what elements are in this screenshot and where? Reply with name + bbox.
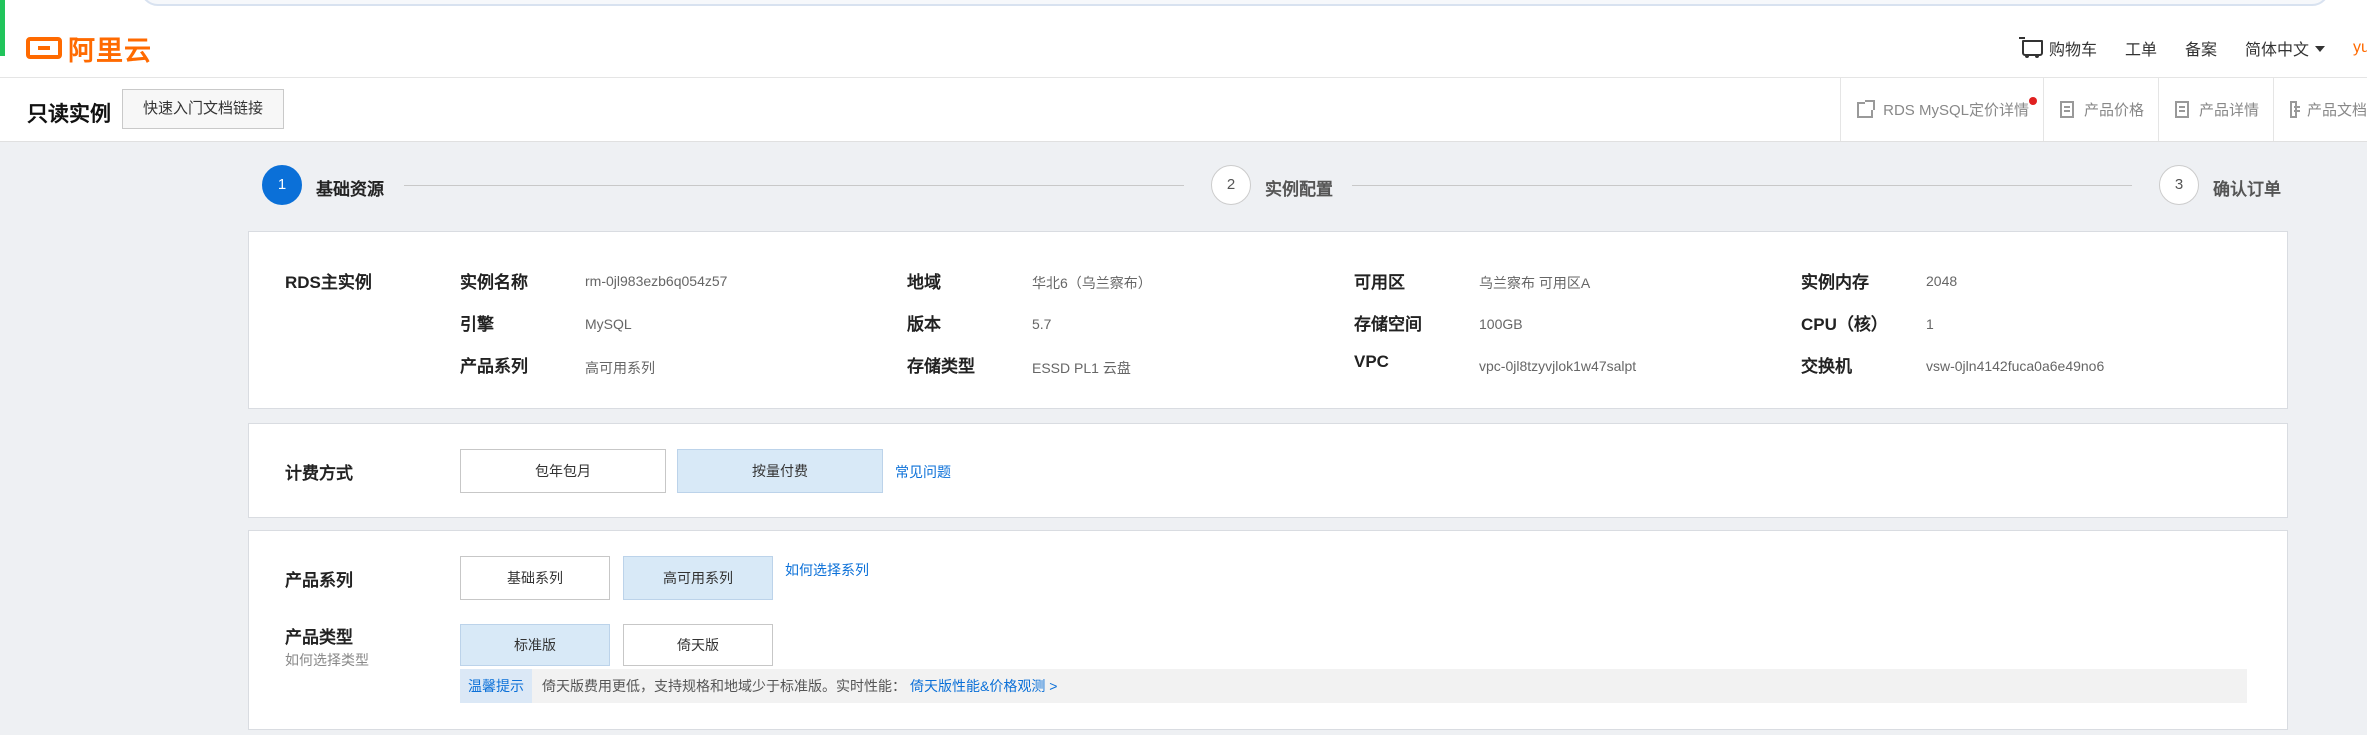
language-label: 简体中文 [2244, 42, 2309, 59]
subheader-nav: RDS MySQL定价详情 产品价格 产品详情 产品文档 [1840, 78, 2367, 141]
accent-edge [0, 0, 5, 56]
main-instance-card: RDS主实例 实例名称 rm-0jl983ezb6q054z57 地域 华北6（… [248, 231, 2288, 409]
top-header: 阿里云 购物车 工单 备案 简体中文 yu [0, 0, 2367, 78]
header-actions: 购物车 工单 备案 简体中文 yu [2018, 30, 2367, 66]
nav-product-details[interactable]: 产品详情 [2157, 78, 2273, 141]
billing-option-subscription[interactable]: 包年包月 [460, 449, 666, 493]
type-option-yitian[interactable]: 倚天版 [623, 624, 773, 666]
billing-option-pay-as-you-go[interactable]: 按量付费 [677, 449, 883, 493]
step-1-circle: 1 [262, 165, 302, 205]
language-selector[interactable]: 简体中文 [2245, 36, 2325, 60]
billing-label: 计费方式 [285, 464, 353, 483]
product-type-label: 产品类型 [285, 628, 353, 647]
step-2-circle: 2 [1211, 165, 1251, 205]
step-connector [404, 185, 1184, 186]
product-card: 产品系列 基础系列 高可用系列 如何选择系列 产品类型 如何选择类型 标准版 倚… [248, 530, 2288, 730]
main-instance-label: RDS主实例 [285, 273, 372, 292]
step-1-label: 基础资源 [316, 180, 384, 199]
field-value: 2048 [1926, 273, 1958, 289]
field-key: 引擎 [460, 315, 494, 334]
step-3-label: 确认订单 [2213, 180, 2281, 199]
field-value: 5.7 [1032, 316, 1052, 332]
tip-link[interactable]: 倚天版性能&价格观测 > [906, 669, 1057, 703]
field-value: 100GB [1479, 316, 1523, 332]
field-value: 华北6（乌兰察布） [1032, 275, 1152, 291]
field-key: CPU（核） [1801, 315, 1888, 334]
field-value: rm-0jl983ezb6q054z57 [585, 273, 728, 289]
product-series-label: 产品系列 [285, 571, 353, 590]
ticket-link[interactable]: 工单 [2125, 36, 2157, 60]
field-key: VPC [1354, 352, 1389, 371]
step-3-circle: 3 [2159, 165, 2199, 205]
nav-product-price[interactable]: 产品价格 [2042, 78, 2158, 141]
tip-text: 倚天版费用更低，支持规格和地域少于标准版。实时性能： [542, 678, 906, 694]
filing-link[interactable]: 备案 [2185, 36, 2217, 60]
nav-product-price-label: 产品价格 [2083, 102, 2144, 119]
billing-card: 计费方式 包年包月 按量付费 常见问题 [248, 423, 2288, 518]
field-key: 交换机 [1801, 357, 1852, 376]
sub-header: 只读实例 快速入门文档链接 RDS MySQL定价详情 产品价格 产品详情 产品… [0, 78, 2367, 142]
product-type-help[interactable]: 如何选择类型 [285, 650, 369, 670]
nav-pricing-details[interactable]: RDS MySQL定价详情 [1840, 78, 2043, 141]
aliyun-logo[interactable]: 阿里云 [26, 30, 152, 66]
bookmark-icon [2174, 101, 2189, 118]
field-key: 存储空间 [1354, 315, 1422, 334]
step-progress: 1 基础资源 2 实例配置 3 确认订单 [262, 165, 2287, 207]
aliyun-logo-icon [26, 37, 62, 59]
field-value: 乌兰察布 可用区A [1479, 275, 1591, 291]
shopping-cart-icon [2018, 37, 2043, 59]
field-value: MySQL [585, 316, 632, 332]
external-link-icon [1857, 99, 1876, 118]
field-key: 产品系列 [460, 357, 528, 376]
nav-product-details-label: 产品详情 [2198, 102, 2259, 119]
step-connector [1352, 185, 2132, 186]
field-key: 可用区 [1354, 273, 1405, 292]
quick-start-doc-button[interactable]: 快速入门文档链接 [122, 89, 285, 129]
nav-pricing-details-label: RDS MySQL定价详情 [1883, 102, 2029, 119]
nav-product-docs[interactable]: 产品文档 [2273, 78, 2367, 141]
notification-dot [2028, 97, 2037, 105]
nav-product-docs-label: 产品文档 [2306, 102, 2367, 119]
browser-address-bar[interactable] [140, 0, 2330, 6]
field-value: vsw-0jln4142fuca0a6e49no6 [1926, 358, 2105, 374]
logo-text: 阿里云 [68, 35, 152, 66]
field-key: 版本 [907, 315, 941, 334]
series-option-high-availability[interactable]: 高可用系列 [623, 556, 773, 600]
field-value: 1 [1926, 316, 1934, 332]
field-value: 高可用系列 [585, 360, 655, 376]
tip-bar: 温馨提示 倚天版费用更低，支持规格和地域少于标准版。实时性能： 倚天版性能&价格… [460, 669, 2247, 703]
field-value: vpc-0jl8tzyvjlok1w47salpt [1479, 358, 1637, 374]
tip-tag: 温馨提示 [460, 669, 532, 703]
type-option-standard[interactable]: 标准版 [460, 624, 610, 666]
page-title: 只读实例 [27, 103, 111, 126]
step-2-label: 实例配置 [1265, 180, 1333, 199]
series-option-basic[interactable]: 基础系列 [460, 556, 610, 600]
field-key: 实例内存 [1801, 273, 1869, 292]
field-key: 存储类型 [907, 357, 975, 376]
cart-button[interactable]: 购物车 [2018, 36, 2097, 60]
field-value: ESSD PL1 云盘 [1032, 360, 1131, 376]
chevron-down-icon [2315, 46, 2325, 52]
field-key: 实例名称 [460, 273, 528, 292]
field-key: 地域 [907, 273, 941, 292]
document-icon [2290, 101, 2300, 118]
document-icon [2059, 101, 2074, 118]
cart-label: 购物车 [2048, 42, 2097, 59]
series-help-link[interactable]: 如何选择系列 [785, 560, 869, 580]
faq-link[interactable]: 常见问题 [895, 462, 951, 482]
user-account[interactable]: yu [2353, 39, 2367, 57]
